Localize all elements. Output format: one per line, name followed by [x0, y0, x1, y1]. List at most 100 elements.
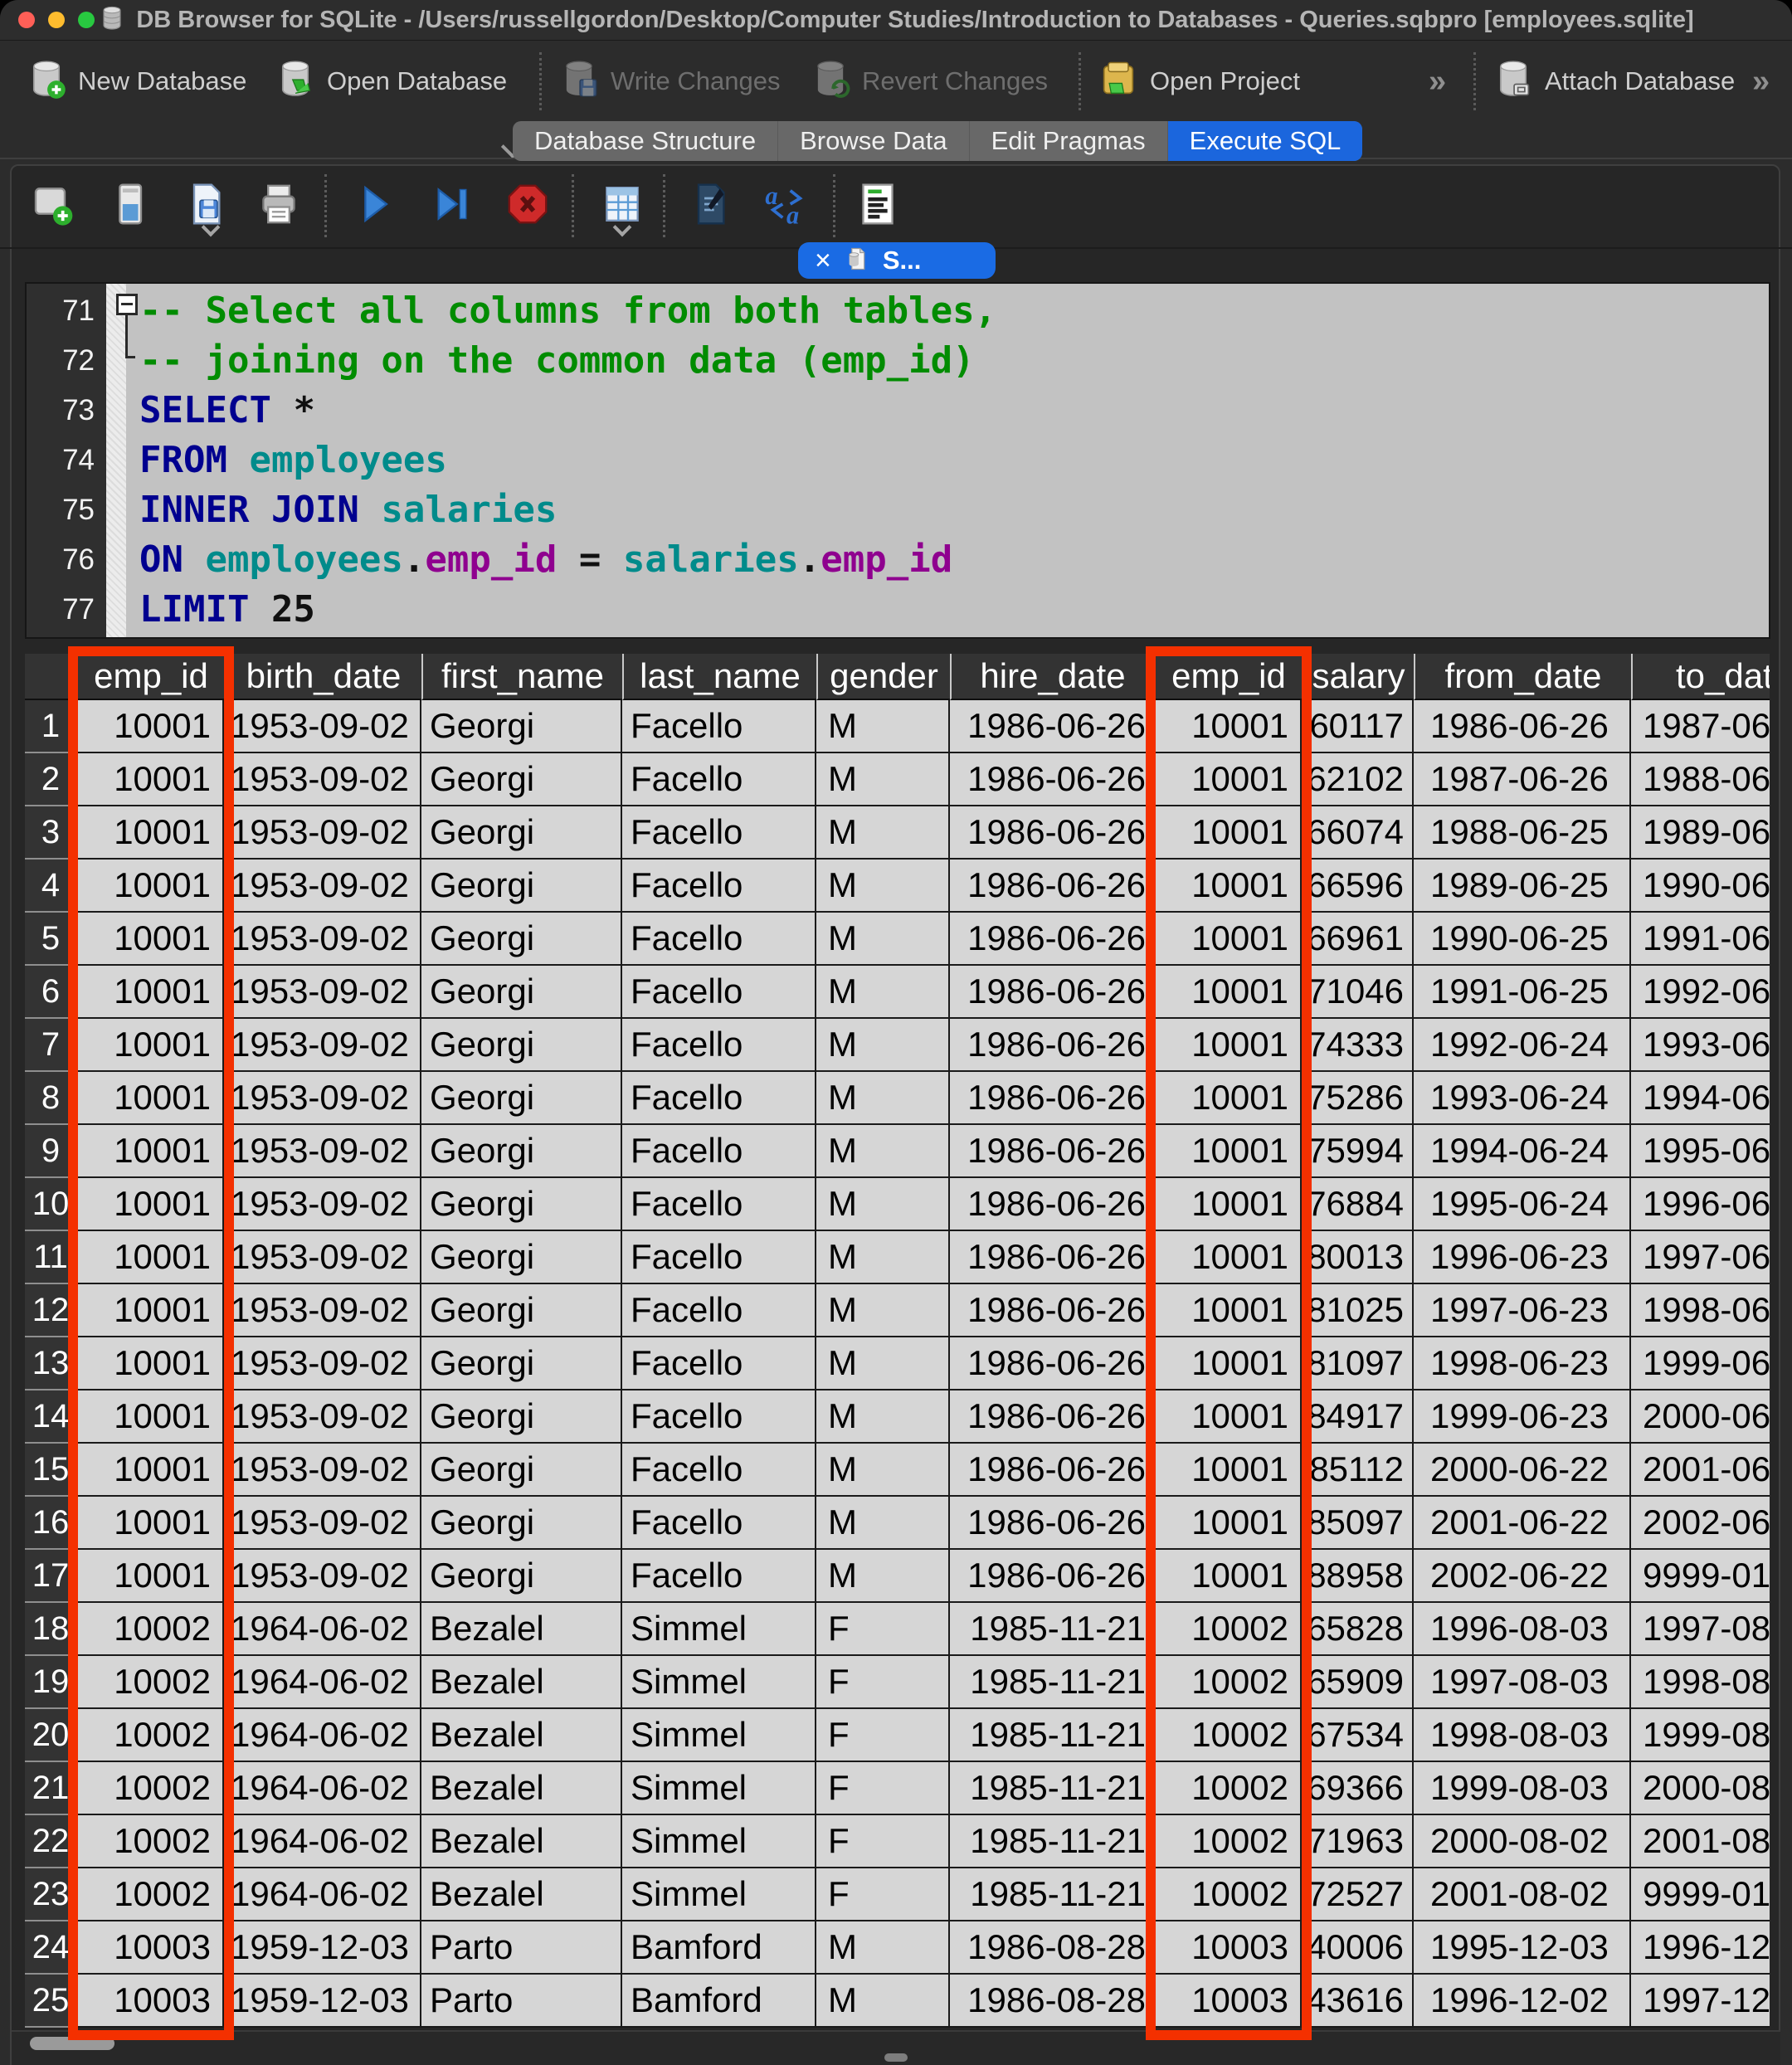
- table-cell[interactable]: 75994: [1302, 1125, 1414, 1178]
- table-cell[interactable]: 1993-06: [1631, 1019, 1770, 1072]
- table-cell[interactable]: Parto: [421, 1975, 622, 2028]
- table-cell[interactable]: M: [816, 753, 950, 806]
- table-cell[interactable]: 1990-06: [1631, 860, 1770, 913]
- table-cell[interactable]: M: [816, 1231, 950, 1284]
- table-cell[interactable]: 10001: [1154, 860, 1302, 913]
- row-number[interactable]: 13: [25, 1337, 78, 1390]
- table-cell[interactable]: 10003: [1154, 1975, 1302, 2028]
- table-cell[interactable]: 1953-09-02: [224, 1019, 421, 1072]
- horizontal-scrollbar-thumb[interactable]: [30, 2037, 114, 2050]
- table-cell[interactable]: 2002-06-22: [1414, 1550, 1631, 1603]
- table-cell[interactable]: Georgi: [421, 700, 622, 753]
- table-cell[interactable]: Bezalel: [421, 1815, 622, 1868]
- table-cell[interactable]: 66596: [1302, 860, 1414, 913]
- row-number[interactable]: 25: [25, 1975, 78, 2028]
- print-button[interactable]: [254, 181, 304, 231]
- table-cell[interactable]: 1986-06-26: [950, 700, 1154, 753]
- table-cell[interactable]: Bezalel: [421, 1868, 622, 1921]
- execute-current-line-button[interactable]: [427, 181, 477, 231]
- row-number[interactable]: 21: [25, 1762, 78, 1815]
- table-cell[interactable]: 10002: [78, 1815, 224, 1868]
- code-line[interactable]: LIMIT 25: [139, 585, 1769, 635]
- table-cell[interactable]: Facello: [622, 753, 816, 806]
- table-cell[interactable]: Georgi: [421, 1497, 622, 1550]
- table-cell[interactable]: 1986-06-26: [950, 1019, 1154, 1072]
- table-cell[interactable]: 10001: [1154, 1019, 1302, 1072]
- table-cell[interactable]: 1997-06-23: [1414, 1284, 1631, 1337]
- table-cell[interactable]: 1994-06-24: [1414, 1125, 1631, 1178]
- table-cell[interactable]: 1953-09-02: [224, 1390, 421, 1444]
- table-cell[interactable]: 84917: [1302, 1390, 1414, 1444]
- table-cell[interactable]: 40006: [1302, 1921, 1414, 1975]
- table-cell[interactable]: 2002-06: [1631, 1497, 1770, 1550]
- table-cell[interactable]: 1992-06-24: [1414, 1019, 1631, 1072]
- table-cell[interactable]: 10003: [78, 1921, 224, 1975]
- table-cell[interactable]: M: [816, 1284, 950, 1337]
- table-cell[interactable]: 1996-06-23: [1414, 1231, 1631, 1284]
- table-cell[interactable]: 1953-09-02: [224, 860, 421, 913]
- table-cell[interactable]: 1986-06-26: [1414, 700, 1631, 753]
- open-project-button[interactable]: Open Project: [1097, 41, 1300, 121]
- column-header-from_date[interactable]: from_date: [1414, 654, 1631, 700]
- toolbar-overflow-chevrons[interactable]: »: [1429, 64, 1446, 100]
- table-cell[interactable]: Facello: [622, 1284, 816, 1337]
- table-cell[interactable]: 1964-06-02: [224, 1868, 421, 1921]
- table-cell[interactable]: 1986-06-26: [950, 1125, 1154, 1178]
- table-cell[interactable]: F: [816, 1656, 950, 1709]
- table-cell[interactable]: 10001: [78, 966, 224, 1019]
- column-header-first_name[interactable]: first_name: [421, 654, 622, 700]
- table-cell[interactable]: 10001: [1154, 1072, 1302, 1125]
- table-cell[interactable]: 72527: [1302, 1868, 1414, 1921]
- table-cell[interactable]: M: [816, 700, 950, 753]
- table-cell[interactable]: 1988-06-25: [1414, 806, 1631, 860]
- table-cell[interactable]: 1991-06-25: [1414, 966, 1631, 1019]
- table-cell[interactable]: 10003: [78, 1975, 224, 2028]
- table-cell[interactable]: M: [816, 1975, 950, 2028]
- code-line[interactable]: FROM employees: [139, 436, 1769, 485]
- table-cell[interactable]: Facello: [622, 806, 816, 860]
- table-cell[interactable]: 1964-06-02: [224, 1762, 421, 1815]
- table-cell[interactable]: 10001: [78, 806, 224, 860]
- table-cell[interactable]: 1986-06-26: [950, 1072, 1154, 1125]
- table-cell[interactable]: 1953-09-02: [224, 1337, 421, 1390]
- table-cell[interactable]: 10001: [1154, 753, 1302, 806]
- row-number[interactable]: 20: [25, 1709, 78, 1762]
- row-number[interactable]: 22: [25, 1815, 78, 1868]
- table-cell[interactable]: 1998-08: [1631, 1656, 1770, 1709]
- table-cell[interactable]: 10001: [1154, 1550, 1302, 1603]
- table-cell[interactable]: 10001: [78, 1178, 224, 1231]
- table-cell[interactable]: 69366: [1302, 1762, 1414, 1815]
- table-cell[interactable]: Georgi: [421, 860, 622, 913]
- row-number[interactable]: 9: [25, 1125, 78, 1178]
- table-cell[interactable]: 2001-06-22: [1414, 1497, 1631, 1550]
- table-cell[interactable]: 2001-08: [1631, 1815, 1770, 1868]
- find-replace-button[interactable]: aa: [762, 181, 811, 231]
- table-cell[interactable]: 1953-09-02: [224, 1284, 421, 1337]
- table-cell[interactable]: 1985-11-21: [950, 1709, 1154, 1762]
- table-cell[interactable]: M: [816, 1072, 950, 1125]
- table-cell[interactable]: 10003: [1154, 1921, 1302, 1975]
- table-cell[interactable]: 1991-06: [1631, 913, 1770, 966]
- new-database-button[interactable]: New Database: [25, 41, 246, 121]
- table-cell[interactable]: 1985-11-21: [950, 1656, 1154, 1709]
- table-cell[interactable]: 1996-08-03: [1414, 1603, 1631, 1656]
- table-cell[interactable]: Simmel: [622, 1656, 816, 1709]
- table-cell[interactable]: 1990-06-25: [1414, 913, 1631, 966]
- table-cell[interactable]: 1964-06-02: [224, 1709, 421, 1762]
- close-window-button[interactable]: [18, 12, 35, 28]
- table-cell[interactable]: 1953-09-02: [224, 1231, 421, 1284]
- table-cell[interactable]: Facello: [622, 1550, 816, 1603]
- table-cell[interactable]: Georgi: [421, 1444, 622, 1497]
- table-cell[interactable]: Facello: [622, 1072, 816, 1125]
- table-cell[interactable]: 1953-09-02: [224, 806, 421, 860]
- table-cell[interactable]: 1988-06: [1631, 753, 1770, 806]
- table-cell[interactable]: 2000-06: [1631, 1390, 1770, 1444]
- table-cell[interactable]: 10001: [78, 1390, 224, 1444]
- table-cell[interactable]: Georgi: [421, 1337, 622, 1390]
- table-cell[interactable]: Bezalel: [421, 1709, 622, 1762]
- table-cell[interactable]: 10001: [78, 1072, 224, 1125]
- table-cell[interactable]: Simmel: [622, 1709, 816, 1762]
- tab-database-structure[interactable]: Database Structure: [513, 121, 777, 161]
- table-cell[interactable]: 10002: [1154, 1815, 1302, 1868]
- table-cell[interactable]: 81025: [1302, 1284, 1414, 1337]
